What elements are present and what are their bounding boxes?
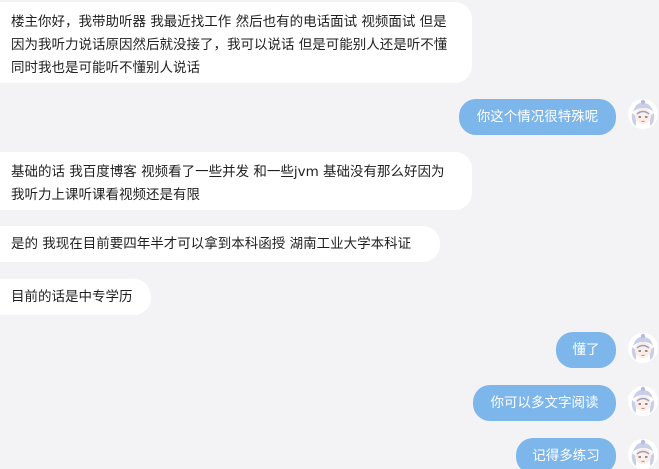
outgoing-message: 记得多练习 — [516, 438, 616, 469]
outgoing-message: 懂了 — [556, 332, 616, 368]
self-avatar-icon[interactable] — [628, 333, 658, 363]
incoming-message: 楼主你好，我带助听器 我最近找工作 然后也有的电话面试 视频面试 但是因为我听力… — [0, 2, 472, 83]
incoming-message: 目前的话是中专学历 — [0, 279, 151, 315]
chat-window[interactable]: 楼主你好，我带助听器 我最近找工作 然后也有的电话面试 视频面试 但是因为我听力… — [0, 0, 659, 469]
self-avatar-icon[interactable] — [628, 439, 658, 469]
incoming-message: 基础的话 我百度博客 视频看了一些并发 和一些jvm 基础没有那么好因为我听力上… — [0, 152, 472, 210]
outgoing-message: 你可以多文字阅读 — [473, 385, 616, 421]
self-avatar-icon[interactable] — [628, 386, 658, 416]
outgoing-message: 你这个情况很特殊呢 — [459, 99, 616, 135]
self-avatar-icon[interactable] — [628, 99, 658, 129]
incoming-message: 是的 我现在目前要四年半才可以拿到本科函授 湖南工业大学本科证 — [0, 226, 440, 262]
